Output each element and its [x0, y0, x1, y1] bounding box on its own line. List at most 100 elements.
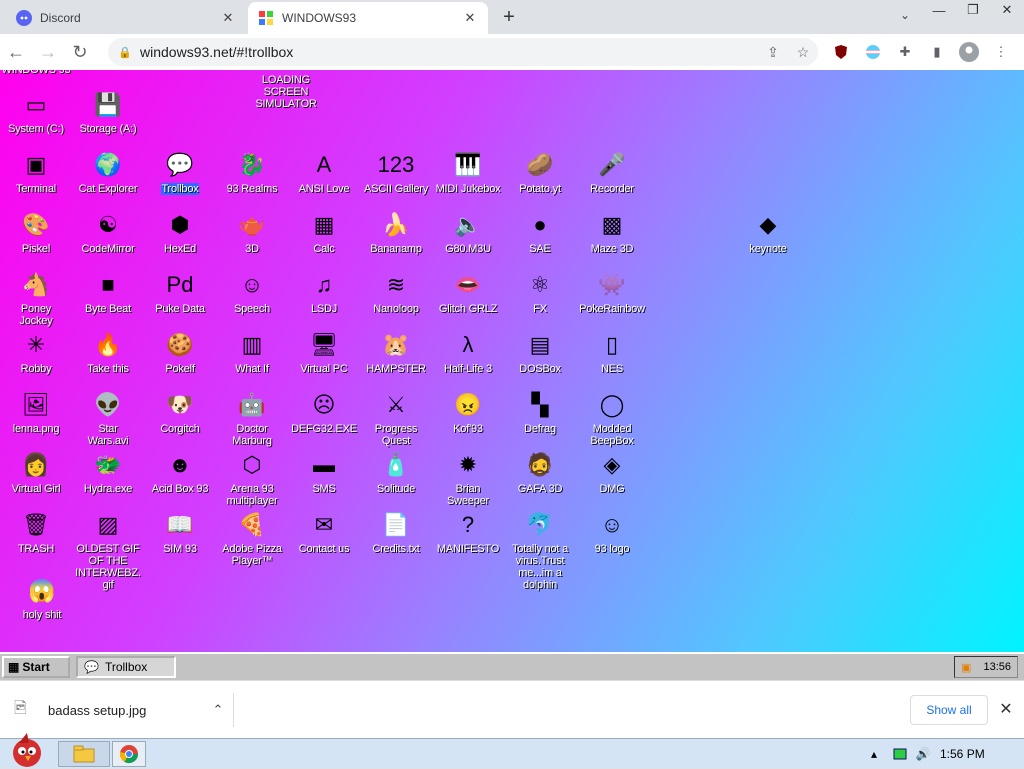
desktop-icon-dmg[interactable]: ◈ DMG [576, 449, 648, 495]
explorer-taskbar-icon[interactable] [58, 741, 110, 767]
desktop-icon-contact-us[interactable]: ✉ Contact us [288, 509, 360, 555]
desktop-icon-speech[interactable]: ☺ Speech [216, 269, 288, 315]
tab-discord[interactable]: Discord ✕ [6, 2, 246, 34]
desktop-icon-terminal[interactable]: ▣ Terminal [0, 149, 72, 195]
desktop-icon-take-this[interactable]: 🔥 Take this [72, 329, 144, 375]
chevron-up-icon[interactable]: ⌃ [203, 702, 233, 718]
desktop-icon-gafa-3d[interactable]: 🧔 GAFA 3D [504, 449, 576, 495]
desktop-icon-manifesto[interactable]: ? MANIFESTO [432, 509, 504, 555]
desktop-icon-totally-not-a-virus-trust-me-im-a-dolphin[interactable]: 🐬 Totally not a virus.Trust me...im a dol… [504, 509, 576, 591]
desktop-icon-nes[interactable]: ▯ NES [576, 329, 648, 375]
download-item[interactable]: 🖻 badass setup.jpg ⌃ [14, 693, 234, 727]
desktop-icon-bananamp[interactable]: 🍌 Bananamp [360, 209, 432, 255]
extension-flag-icon[interactable] [862, 41, 884, 63]
desktop-icon-virtual-girl[interactable]: 👩 Virtual Girl [0, 449, 72, 495]
desktop-icon-93-realms[interactable]: 🐉 93 Realms [216, 149, 288, 195]
desktop-icon-virtual-pc[interactable]: 🖥 Virtual PC [288, 329, 360, 375]
desktop-icon-g80-m3u[interactable]: 🔈 G80.M3U [432, 209, 504, 255]
profile-avatar-icon[interactable] [958, 41, 980, 63]
desktop-icon-what-if[interactable]: ▥ What If [216, 329, 288, 375]
desktop-icon-recorder[interactable]: 🎤 Recorder [576, 149, 648, 195]
new-tab-button[interactable]: + [498, 7, 520, 29]
close-tab-icon[interactable]: ✕ [462, 10, 478, 26]
desktop-icon-storage-a[interactable]: 💾 Storage (A:) [72, 89, 144, 135]
desktop-icon-windows-93[interactable]: ▬WINDOWS 93 [0, 70, 72, 76]
desktop-icon-dosbox[interactable]: ▤ DOSBox [504, 329, 576, 375]
desktop-icon-modded-beepbox[interactable]: ◯ Modded BeepBox [576, 389, 648, 447]
tab-search-icon[interactable]: ⌄ [896, 8, 914, 26]
desktop-icon-adobe-pizza-player[interactable]: 🍕 Adobe Pizza Player™ [216, 509, 288, 567]
extensions-puzzle-icon[interactable]: ✚ [894, 41, 916, 63]
desktop-icon-calc[interactable]: ▦ Calc [288, 209, 360, 255]
desktop-icon-arena-93-multiplayer[interactable]: ⬡ Arena 93 multiplayer [216, 449, 288, 507]
desktop-icon-poney-jockey[interactable]: 🐴 Poney Jockey [0, 269, 72, 327]
desktop-icon-lenna-png[interactable]: 🖼 lenna.png [0, 389, 72, 435]
desktop-icon-sms[interactable]: ▬ SMS [288, 449, 360, 495]
bookmark-star-icon[interactable]: ☆ [788, 44, 818, 61]
side-panel-icon[interactable]: ▮ [926, 41, 948, 63]
maximize-button[interactable]: ❐ [956, 0, 990, 20]
start-button[interactable]: ▦ Start [2, 656, 70, 678]
ublock-icon[interactable] [830, 41, 852, 63]
desktop-icon-hampster[interactable]: 🐹 HAMPSTER [360, 329, 432, 375]
desktop-icon-byte-beat[interactable]: ■ Byte Beat [72, 269, 144, 315]
share-icon[interactable]: ⇪ [758, 44, 788, 61]
desktop-icon-3d[interactable]: 🫖 3D [216, 209, 288, 255]
desktop-icon-fx[interactable]: ⚛ FX [504, 269, 576, 315]
desktop-icon-progress-quest[interactable]: ⚔ Progress Quest [360, 389, 432, 447]
desktop-icon-robby[interactable]: ✳ Robby [0, 329, 72, 375]
desktop-icon-kof-93[interactable]: 😠 Kof'93 [432, 389, 504, 435]
chrome-taskbar-icon[interactable] [112, 741, 146, 767]
desktop-icon-brian-sweeper[interactable]: ✹ Brian Sweeper [432, 449, 504, 507]
desktop-icon-lsdj[interactable]: ♫ LSDJ [288, 269, 360, 315]
desktop-icon-trash[interactable]: 🗑 TRASH [0, 509, 72, 555]
desktop-icon-ansi-love[interactable]: A ANSI Love [288, 149, 360, 195]
desktop-icon-pokerainbow[interactable]: 👾 PokeRainbow [576, 269, 648, 315]
reload-button[interactable]: ↻ [64, 36, 96, 68]
desktop-icon-star-wars-avi[interactable]: 👽 Star Wars.avi [72, 389, 144, 447]
desktop-icon-holy-shit[interactable]: 😱 holy shit [6, 575, 78, 621]
desktop-icon-acid-box-93[interactable]: ☻ Acid Box 93 [144, 449, 216, 495]
rss-icon[interactable]: ▣ [961, 661, 971, 674]
desktop-icon-puke-data[interactable]: Pd Puke Data [144, 269, 216, 315]
desktop-icon-defg32-exe[interactable]: ☹ DEFG32.EXE [288, 389, 360, 435]
desktop-icon-sim-93[interactable]: 📖 SIM 93 [144, 509, 216, 555]
desktop-icon-pokelf[interactable]: 🍪 Pokelf [144, 329, 216, 375]
volume-icon[interactable]: 🔊 [914, 741, 932, 767]
taskbar-item-trollbox[interactable]: 💬 Trollbox [76, 656, 176, 678]
desktop-icon-trollbox[interactable]: 💬 Trollbox [144, 149, 216, 195]
desktop-icon-nanoloop[interactable]: ≋ Nanoloop [360, 269, 432, 315]
desktop-icon-keynote[interactable]: ◆ keynote [732, 209, 804, 255]
desktop-icon-93-logo[interactable]: ☺ 93 logo [576, 509, 648, 555]
close-download-bar-icon[interactable]: ✕ [996, 699, 1016, 719]
desktop-icon-sae[interactable]: ● SAE [504, 209, 576, 255]
desktop-icon-hexed[interactable]: ⬢ HexEd [144, 209, 216, 255]
forward-button[interactable]: → [32, 36, 64, 68]
desktop-icon-potato-yt[interactable]: 🥔 Potato.yt [504, 149, 576, 195]
close-window-button[interactable]: ✕ [990, 0, 1024, 20]
desktop-icon-loading-screen-simulator[interactable]: 🍔 LOADING SCREEN SIMULATOR [250, 70, 322, 110]
desktop-icon-defrag[interactable]: ▚ Defrag [504, 389, 576, 435]
angry-bird-start-icon[interactable] [4, 729, 50, 769]
desktop-icon-glitch-grlz[interactable]: 👄 Glitch GRLZ [432, 269, 504, 315]
desktop-icon-oldest-gif-of-the-interwebz-gif[interactable]: ▨ OLDEST GIF OF THE INTERWEBZ. gif [72, 509, 144, 591]
desktop-icon-midi-jukebox[interactable]: 🎹 MIDI Jukebox [432, 149, 504, 195]
desktop-icon-system-c[interactable]: ▭ System (C:) [0, 89, 72, 135]
desktop-icon-hydra-exe[interactable]: 🐲 Hydra.exe [72, 449, 144, 495]
back-button[interactable]: ← [0, 36, 32, 68]
address-bar[interactable]: 🔒 windows93.net/#!trollbox ⇪ ☆ [108, 38, 818, 66]
tab-windows93[interactable]: WINDOWS93 ✕ [248, 2, 488, 34]
show-all-button[interactable]: Show all [910, 695, 988, 725]
desktop-icon-solitude[interactable]: 🧴 Solitude [360, 449, 432, 495]
desktop-icon-ascii-gallery[interactable]: 123 ASCII Gallery [360, 149, 432, 195]
desktop-icon-credits-txt[interactable]: 📄 Credits.txt [360, 509, 432, 555]
desktop-icon-codemirror[interactable]: ☯ CodeMirror [72, 209, 144, 255]
minimize-button[interactable]: — [922, 0, 956, 20]
desktop-icon-maze-3d[interactable]: ▩ Maze 3D [576, 209, 648, 255]
desktop-icon-half-life-3[interactable]: λ Half-Life 3 [432, 329, 504, 375]
desktop-icon-corgitch[interactable]: 🐶 Corgitch [144, 389, 216, 435]
desktop-icon-cat-explorer[interactable]: 🌍 Cat Explorer [72, 149, 144, 195]
desktop-icon-piskel[interactable]: 🎨 Piskel [0, 209, 72, 255]
desktop-icon-doctor-marburg[interactable]: 🤖 Doctor Marburg [216, 389, 288, 447]
menu-kebab-icon[interactable]: ⋮ [990, 41, 1012, 63]
